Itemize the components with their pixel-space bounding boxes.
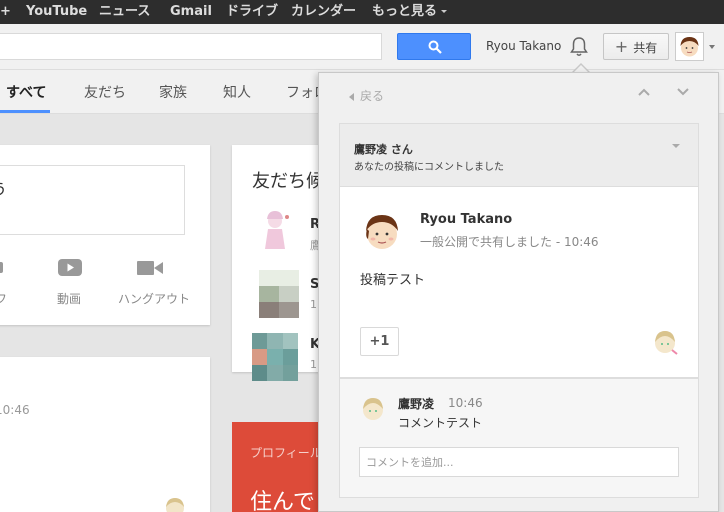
back-arrow-icon bbox=[349, 92, 354, 101]
avatar-face-icon bbox=[680, 37, 699, 57]
active-tab-indicator bbox=[0, 110, 50, 113]
plus-icon: + bbox=[614, 37, 629, 56]
tab-family[interactable]: 家族 bbox=[159, 82, 187, 102]
friend-suggestions-card: 友だち候 R 鷹 S 1 K 1 bbox=[232, 145, 332, 381]
tab-all[interactable]: すべて bbox=[6, 82, 46, 102]
notification-post: Ryou Takano 一般公開で共有しました - 10:46 投稿テスト +1 bbox=[339, 186, 699, 378]
search-icon bbox=[428, 40, 442, 54]
previous-notification-icon[interactable] bbox=[637, 87, 651, 97]
media-label-photo: フ bbox=[0, 292, 8, 306]
next-notification-icon[interactable] bbox=[676, 87, 690, 97]
suggestion-avatar-1[interactable] bbox=[257, 207, 297, 255]
search-button[interactable] bbox=[397, 33, 471, 60]
profile-promo-card[interactable]: プロフィール 住んで bbox=[232, 422, 332, 512]
media-label-video: 動画 bbox=[57, 292, 82, 306]
nav-news[interactable]: ニュース bbox=[99, 0, 150, 24]
nav-more-label: もっと見る bbox=[372, 4, 438, 19]
camera-icon[interactable] bbox=[0, 259, 5, 275]
notification-header[interactable]: 鷹野凌 さん あなたの投稿にコメントしました bbox=[339, 123, 699, 186]
profile-promo-big: 住んで bbox=[250, 490, 315, 512]
search-input[interactable] bbox=[0, 33, 382, 60]
back-label: 戻る bbox=[360, 89, 385, 103]
comment-time[interactable]: 10:46 bbox=[448, 396, 483, 410]
share-box-input[interactable]: う bbox=[0, 165, 185, 235]
post-time-fragment: 10:46 bbox=[0, 403, 30, 417]
notification-bell-icon[interactable] bbox=[569, 36, 589, 58]
chevron-down-icon bbox=[441, 10, 448, 13]
notification-name: 鷹野凌 さん bbox=[354, 143, 413, 156]
account-chevron-down-icon[interactable] bbox=[709, 45, 715, 49]
hangout-icon[interactable] bbox=[137, 260, 163, 276]
media-label-hangout: ハングアウト bbox=[118, 292, 191, 306]
share-label: 共有 bbox=[633, 41, 658, 55]
nav-plus-fragment[interactable]: + bbox=[0, 0, 11, 24]
share-box-text: う bbox=[0, 180, 7, 199]
youtube-icon[interactable] bbox=[58, 259, 82, 276]
plus-one-button[interactable]: +1 bbox=[360, 327, 399, 356]
header: Ryou Takano + 共有 bbox=[0, 24, 724, 70]
tab-acquaintances[interactable]: 知人 bbox=[223, 82, 251, 102]
commenter-avatar[interactable] bbox=[358, 393, 388, 423]
nav-gmail[interactable]: Gmail bbox=[170, 0, 212, 24]
user-name-link[interactable]: Ryou Takano bbox=[486, 39, 561, 53]
nav-youtube[interactable]: YouTube bbox=[26, 0, 87, 24]
suggestion-sub-3: 1 bbox=[310, 358, 317, 371]
comment-author[interactable]: 鷹野凌 bbox=[398, 395, 434, 412]
plus-one-user-avatar[interactable] bbox=[650, 326, 680, 356]
suggestion-avatar-2[interactable] bbox=[259, 270, 299, 318]
notification-description: あなたの投稿にコメントしました bbox=[354, 162, 504, 173]
post-meta[interactable]: 一般公開で共有しました - 10:46 bbox=[420, 233, 599, 250]
post-author-name[interactable]: Ryou Takano bbox=[420, 212, 512, 227]
account-avatar[interactable] bbox=[675, 32, 704, 61]
comments-section: 鷹野凌 10:46 コメントテスト bbox=[339, 378, 699, 498]
post-text: 投稿テスト bbox=[360, 273, 426, 288]
suggestion-avatar-3[interactable] bbox=[252, 333, 298, 381]
notification-panel: 戻る 鷹野凌 さん あなたの投稿にコメントしました Ryou Takano 一般… bbox=[318, 72, 719, 512]
profile-promo-label: プロフィール bbox=[250, 446, 322, 460]
share-button[interactable]: + 共有 bbox=[603, 33, 669, 60]
nav-more[interactable]: もっと見る bbox=[372, 0, 448, 24]
add-comment-input[interactable] bbox=[359, 447, 679, 477]
stream-post-card: 10:46 bbox=[0, 357, 210, 512]
top-nav-bar: + YouTube ニュース Gmail ドライブ カレンダー もっと見る bbox=[0, 0, 724, 24]
comment-text: コメントテスト bbox=[398, 416, 483, 430]
friend-suggestions-title: 友だち候 bbox=[252, 171, 324, 192]
commenter-avatar bbox=[166, 498, 184, 512]
post-author-avatar[interactable] bbox=[358, 207, 406, 255]
share-card: う フ 動画 ハングアウト bbox=[0, 145, 210, 325]
back-button[interactable]: 戻る bbox=[349, 87, 384, 104]
tab-friends[interactable]: 友だち bbox=[84, 82, 126, 102]
nav-calendar[interactable]: カレンダー bbox=[291, 0, 356, 24]
suggestion-sub-2: 1 bbox=[310, 298, 317, 311]
notification-menu-chevron-icon[interactable] bbox=[672, 144, 680, 148]
nav-drive[interactable]: ドライブ bbox=[226, 0, 278, 24]
